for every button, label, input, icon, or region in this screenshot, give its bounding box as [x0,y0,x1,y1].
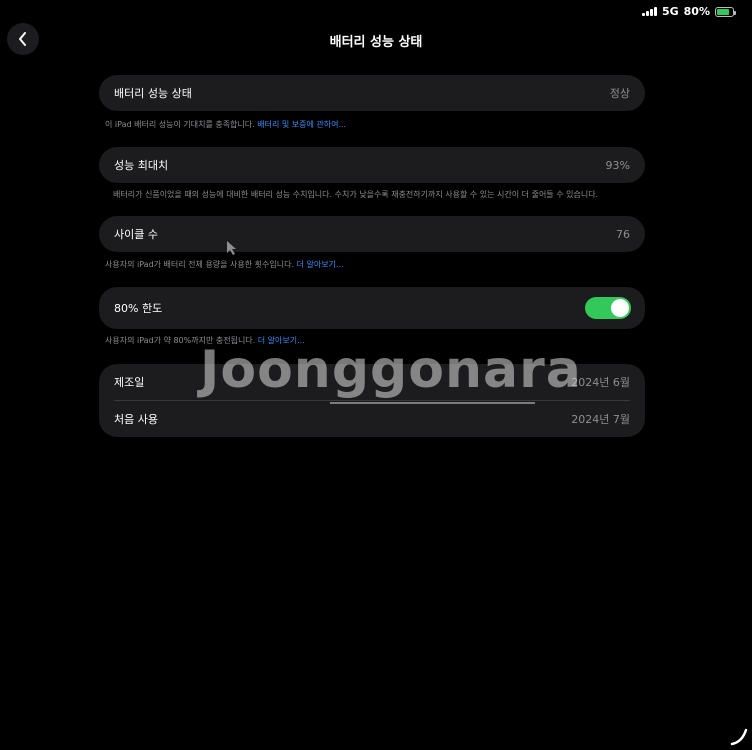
charge-limit-row: 80% 한도 [114,287,631,329]
max-capacity-card: 성능 최대치 93% [99,147,645,183]
battery-health-value: 정상 [609,87,630,100]
charge-limit-card: 80% 한도 [99,287,645,329]
max-capacity-row: 성능 최대치 93% [114,147,630,183]
battery-icon [715,6,736,17]
cycle-count-card: 사이클 수 76 [99,216,645,252]
toggle-knob [611,299,629,317]
battery-percent: 80% [683,5,710,18]
max-capacity-footnote: 배터리가 신품이었을 때의 성능에 대비한 배터리 성능 수치입니다. 수치가 … [113,190,599,199]
cycle-count-label: 사이클 수 [114,228,158,241]
watermark-underline [330,402,535,404]
battery-health-label: 배터리 성능 상태 [114,87,192,100]
first-use-label: 처음 사용 [114,413,158,426]
watermark-logo: Joonggonara [200,340,582,400]
corner-gesture-icon [730,728,748,746]
cellular-signal-icon [641,7,657,16]
network-type: 5G [661,5,679,18]
status-bar: 5G 80% [641,5,736,18]
cycle-count-learn-more-link[interactable]: 더 알아보기... [297,260,344,269]
max-capacity-value: 93% [605,158,630,172]
charge-limit-toggle[interactable] [585,297,631,319]
cycle-count-value: 76 [616,227,630,241]
battery-health-page: 5G 80% 배터리 성능 상태 배터리 성능 상태 정상 이 iPad 배터리… [0,0,752,750]
battery-health-row: 배터리 성능 상태 정상 [114,75,630,111]
max-capacity-label: 성능 최대치 [114,159,169,172]
manufactured-label: 제조일 [114,376,145,389]
first-use-row: 처음 사용 2024년 7월 [114,401,630,437]
cycle-count-row: 사이클 수 76 [114,216,630,252]
battery-health-footnote: 이 iPad 배터리 성능이 기대치를 충족합니다. 배터리 및 보증에 관하여… [105,120,347,129]
pointer-cursor-icon [227,241,236,255]
charge-limit-label: 80% 한도 [114,302,163,315]
page-title: 배터리 성능 상태 [329,35,423,50]
battery-warranty-link[interactable]: 배터리 및 보증에 관하여... [257,120,346,129]
battery-health-card: 배터리 성능 상태 정상 [99,75,645,111]
first-use-value: 2024년 7월 [571,413,630,426]
cycle-count-footnote: 사용자의 iPad가 배터리 전체 용량을 사용한 횟수입니다. 더 알아보기.… [105,260,344,269]
